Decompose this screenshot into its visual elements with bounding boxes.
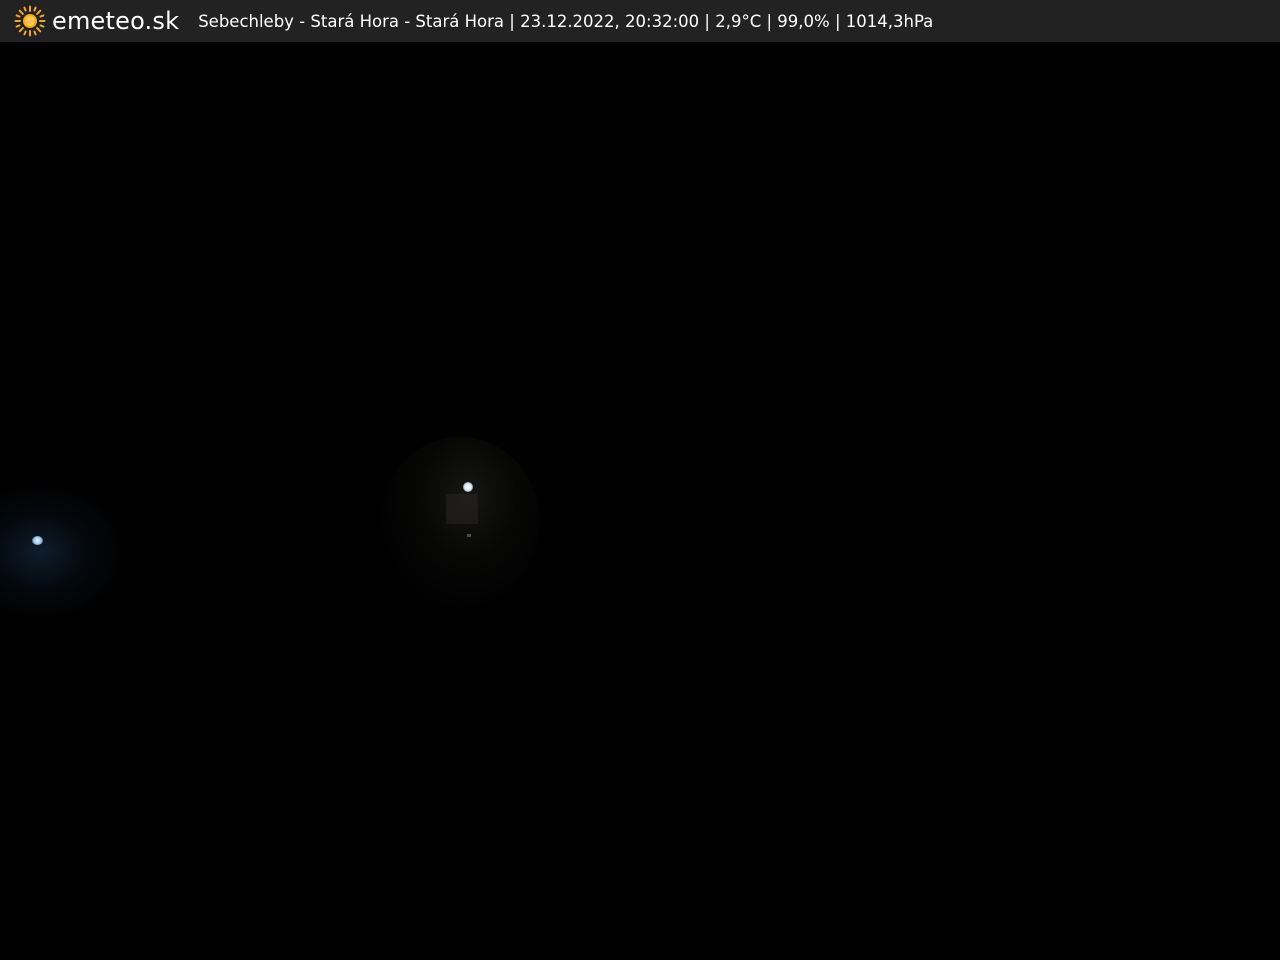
webcam-frame: emeteo.sk Sebechleby - Stará Hora - Star… <box>0 0 1280 960</box>
pressure-value: 1014,3hPa <box>845 11 934 31</box>
logo[interactable]: emeteo.sk <box>14 0 179 42</box>
station-location: Sebechleby - Stará Hora - Stará Hora <box>198 11 505 31</box>
station-caption: Sebechleby - Stará Hora - Stará Hora | 2… <box>198 12 933 31</box>
distant-light <box>467 534 471 537</box>
temperature-value: 2,9°C <box>715 11 762 31</box>
brand-name: emeteo.sk <box>52 7 180 35</box>
caption-separator: | <box>761 11 778 31</box>
left-light-glow <box>0 487 120 617</box>
info-bar: emeteo.sk Sebechleby - Stará Hora - Star… <box>0 0 1280 42</box>
left-street-light <box>32 536 43 545</box>
caption-separator: | <box>829 11 846 31</box>
capture-datetime: 23.12.2022, 20:32:00 <box>520 11 700 31</box>
center-street-light <box>463 482 473 492</box>
night-webcam-image <box>0 42 1280 960</box>
caption-separator: | <box>504 11 521 31</box>
humidity-value: 99,0% <box>777 11 830 31</box>
sun-icon <box>14 5 46 37</box>
caption-separator: | <box>699 11 716 31</box>
house-silhouette <box>446 494 478 524</box>
